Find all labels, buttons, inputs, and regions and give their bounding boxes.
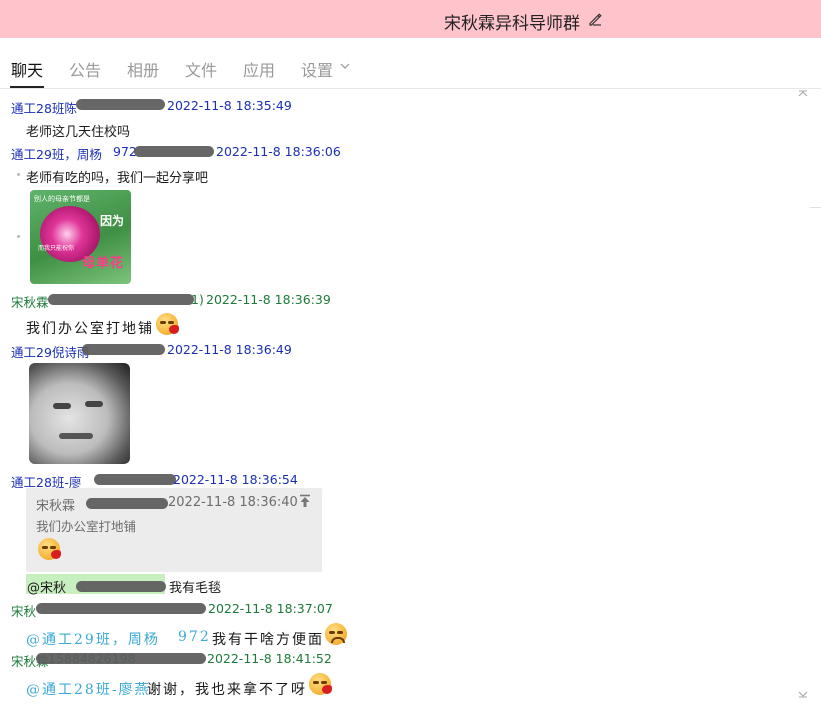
redaction-mark [36,653,206,664]
tab-apps[interactable]: 应用 [243,57,275,81]
message-text: 谢谢，我也来拿不了呀 [147,682,307,698]
redaction-mark [36,603,206,614]
message-text: 老师这几天住校吗 [26,125,131,140]
quote-time: 2022-11-8 18:36:40 [168,495,298,510]
message-text: 我有毛毯 [169,581,222,596]
chevron-down-icon[interactable] [340,62,350,70]
message-time: 2022-11-8 18:36:49 [167,342,292,357]
message-time: 2022-11-8 18:36:06 [216,144,341,159]
divider [810,207,821,208]
mention-extra: 972 [178,629,211,645]
tab-files[interactable]: 文件 [185,57,217,81]
pencil-icon[interactable] [587,11,603,27]
redaction-mark [134,146,214,157]
peony-image[interactable]: 别人的母亲节都是 而我只能祝你 因为 母单花 [30,190,131,284]
bullet-dot [17,173,20,176]
quote-sender: 宋秋霖 [36,499,76,514]
message-time: 2022-11-8 18:36:39 [206,292,331,307]
message-sender[interactable]: 宋秋霖 [11,292,49,311]
tab-chat[interactable]: 聊天 [11,57,43,81]
message-sender-tail: 1) [191,292,204,307]
tab-bar: 聊天 公告 相册 文件 应用 设置 [0,38,821,90]
bullet-dot [17,235,20,238]
face-meme-image[interactable] [29,363,130,464]
message-text: 我有干啥方便面 [212,632,324,648]
blood-face-icon [309,673,332,695]
chat-history[interactable]: 通工28班陈 2022-11-8 18:35:49 老师这几天住校吗 通工29班… [0,89,821,706]
quote-text: 我们办公室打地铺 [36,519,137,534]
blood-face-icon [38,538,61,560]
mention-link[interactable]: @通工28班-廖燕 [26,679,151,699]
message-text: 老师有吃的吗，我们一起分享吧 [26,171,209,186]
message-text: 我们办公室打地铺 [26,321,154,337]
tab-album[interactable]: 相册 [127,57,159,81]
blood-face-icon [156,313,179,335]
tab-settings[interactable]: 设置 [301,57,333,81]
redaction-mark [76,99,165,110]
redaction-mark [76,581,166,592]
quoted-message[interactable]: 宋秋霖 2022-11-8 18:36:40 我们办公室打地铺 [26,488,322,572]
message-time: 2022-11-8 18:35:49 [167,98,292,113]
image-caption: 因为 [100,214,125,228]
redaction-mark [86,498,168,509]
jump-to-original-icon[interactable] [298,494,312,508]
redaction-mark [48,294,194,305]
group-title: 宋秋霖异科导师群 [444,14,580,34]
redaction-mark [94,474,176,485]
mention-link[interactable]: @宋秋 [27,577,66,596]
image-caption: 别人的母亲节都是 [34,195,90,203]
title-bar: 宋秋霖异科导师群 [0,0,821,38]
redaction-mark [82,344,165,355]
sad-face-icon [325,623,347,645]
message-sender[interactable]: 宋秋 [11,601,36,620]
image-caption: 而我只能祝你 [38,245,75,252]
tab-announcements[interactable]: 公告 [69,57,101,81]
image-caption: 母单花 [82,256,125,271]
message-sender[interactable]: 通工28班陈 [11,98,77,117]
scroll-down-icon[interactable] [798,690,808,698]
message-sender[interactable]: 通工29班，周杨 [11,144,102,163]
mention-link[interactable]: @通工29班，周杨 [26,629,160,649]
scroll-up-icon[interactable] [798,90,808,98]
message-sender[interactable]: 通工29倪诗雨 [11,342,89,361]
message-time: 2022-11-8 18:36:54 [173,472,298,487]
message-time: 2022-11-8 18:37:07 [208,601,333,616]
message-time: 2022-11-8 18:41:52 [207,651,332,666]
